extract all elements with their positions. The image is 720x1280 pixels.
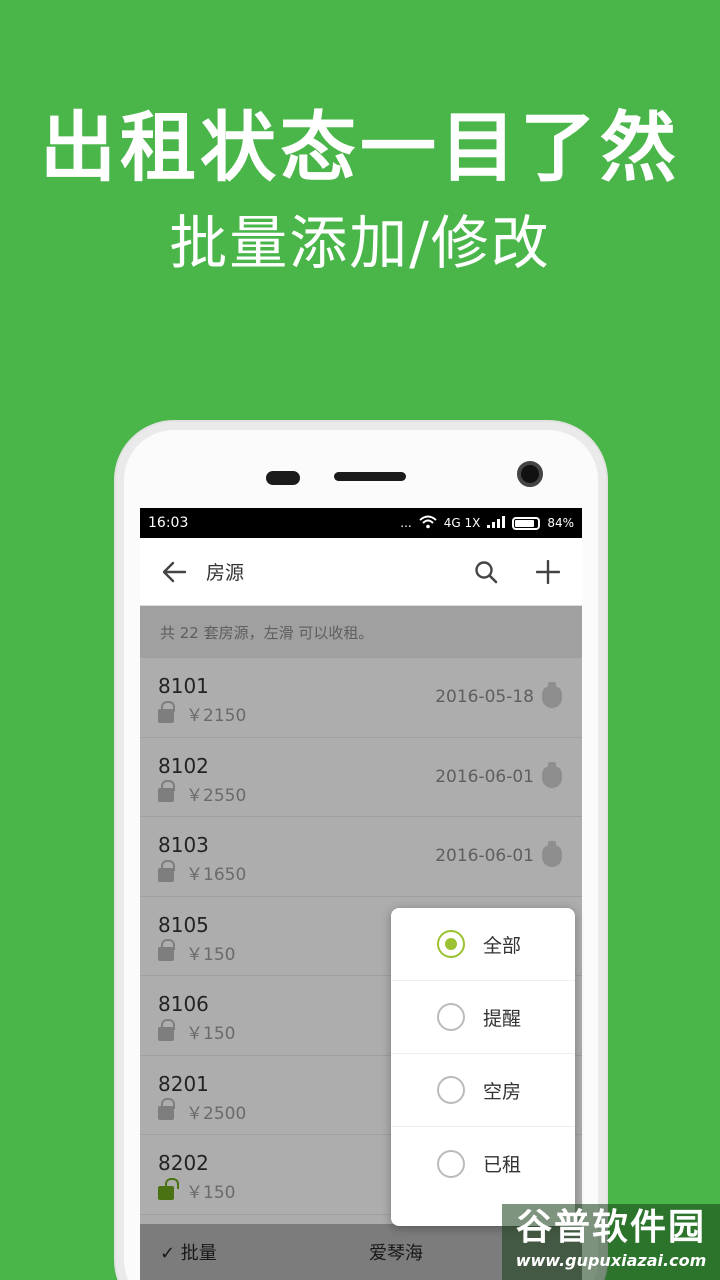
filter-option-vacant[interactable]: 空房: [391, 1054, 575, 1127]
radio-checked-icon: [437, 930, 465, 958]
battery-percent: 84%: [547, 516, 574, 530]
earpiece-speaker: [334, 472, 406, 481]
filter-option-label: 全部: [483, 934, 522, 957]
filter-popup: 全部 提醒 空房 已租: [391, 908, 575, 1226]
promo-subline: 批量添加/修改: [169, 209, 551, 277]
app-bar: 房源: [140, 538, 582, 606]
radio-icon: [437, 1076, 465, 1104]
filter-option-label: 空房: [483, 1080, 522, 1103]
status-dots: ...: [400, 516, 412, 530]
promo-headline: 出租状态一目了然: [40, 103, 680, 192]
filter-option-label: 提醒: [483, 1007, 522, 1030]
signal-icon: [487, 515, 506, 531]
filter-option-reminder[interactable]: 提醒: [391, 981, 575, 1054]
filter-option-rented[interactable]: 已租: [391, 1127, 575, 1200]
page-title: 房源: [206, 562, 245, 584]
arrow-left-icon[interactable]: [156, 554, 192, 590]
radio-icon: [437, 1149, 465, 1178]
search-icon[interactable]: [468, 554, 504, 590]
battery-icon: [512, 516, 541, 530]
status-time: 16:03: [148, 515, 189, 531]
watermark-url: www.gupuxiazai.com: [515, 1251, 707, 1270]
network-type: 4G 1X: [443, 516, 481, 530]
plus-icon[interactable]: [530, 554, 566, 590]
watermark-title: 谷普软件园: [515, 1207, 706, 1248]
front-camera: [517, 461, 543, 487]
radio-icon: [437, 1003, 465, 1031]
status-bar: 16:03 ... 4G 1X 84%: [140, 508, 582, 538]
wifi-icon: [419, 515, 437, 532]
filter-option-all[interactable]: 全部: [391, 908, 575, 981]
sensor-dot: [266, 471, 300, 485]
watermark-logo: 谷普软件园 www.gupuxiazai.com: [502, 1204, 720, 1280]
filter-option-label: 已租: [483, 1154, 522, 1176]
